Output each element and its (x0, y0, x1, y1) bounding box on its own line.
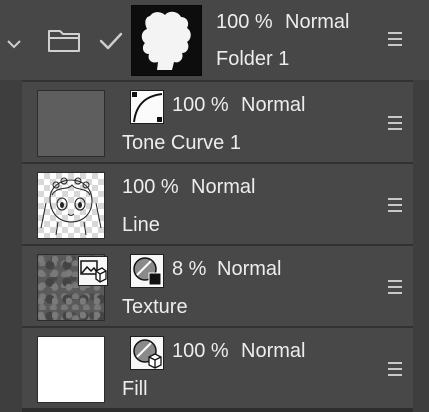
layer-blend-mode[interactable]: Normal (217, 257, 281, 281)
material-icon (78, 256, 108, 286)
layer-menu-icon[interactable] (388, 198, 402, 212)
layer-texture[interactable]: 8 % Normal Texture (22, 244, 413, 326)
layer-name[interactable]: Texture (122, 295, 188, 319)
folder-mask-thumbnail (131, 5, 202, 76)
layer-thumbnail (37, 336, 105, 403)
layer-folder-1[interactable]: 100 % Normal Folder 1 (0, 0, 429, 80)
layer-type-icon (130, 336, 164, 370)
tone-curve-icon (130, 90, 164, 124)
layer-opacity: 100 % (172, 94, 229, 116)
layer-name[interactable]: Folder 1 (216, 47, 289, 71)
layer-fill[interactable]: 100 % Normal Fill (22, 326, 413, 408)
layer-line[interactable]: 100 % Normal Line (22, 162, 413, 244)
layer-thumbnail (37, 172, 105, 239)
layer-menu-icon[interactable] (388, 280, 402, 294)
panel-right-gutter (413, 80, 429, 412)
layer-name[interactable]: Fill (122, 377, 148, 401)
layer-menu-icon[interactable] (388, 116, 402, 130)
layer-tone-curve-1[interactable]: 100 % Normal Tone Curve 1 (22, 80, 413, 162)
layer-blend-mode[interactable]: Normal (241, 339, 305, 363)
panel-bottom-edge (22, 408, 413, 412)
layer-name[interactable]: Tone Curve 1 (122, 131, 241, 155)
layer-opacity: 8 % (172, 258, 207, 280)
layer-panel: 100 % Normal Folder 1 100 % Normal Tone … (0, 0, 429, 412)
folder-icon (48, 30, 80, 52)
layer-opacity: 100 % (172, 340, 229, 362)
layer-type-icon (130, 254, 164, 288)
layer-blend-mode[interactable]: Normal (241, 93, 305, 117)
layer-menu-icon[interactable] (388, 32, 402, 46)
chevron-down-icon[interactable] (6, 38, 22, 50)
layer-opacity: 100 % (216, 11, 273, 33)
layer-opacity: 100 % (122, 176, 179, 198)
layer-name[interactable]: Line (122, 213, 160, 237)
layer-thumbnail (37, 90, 105, 157)
checkmark-icon[interactable] (98, 30, 124, 52)
layer-blend-mode[interactable]: Normal (285, 10, 349, 34)
layer-blend-mode[interactable]: Normal (191, 175, 255, 199)
layer-menu-icon[interactable] (388, 362, 402, 376)
folder-tree-indent (0, 80, 22, 412)
